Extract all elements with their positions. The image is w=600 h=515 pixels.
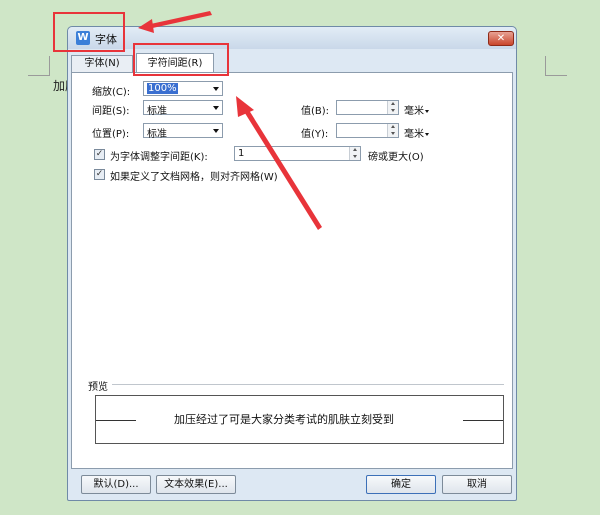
annotation-arrow-shaft-bottom bbox=[243, 107, 322, 230]
annotation-arrowhead-top bbox=[138, 19, 154, 33]
annotation-arrow-shaft-top bbox=[146, 11, 212, 29]
annotation-arrowhead-bottom bbox=[236, 96, 254, 117]
annotation-arrows bbox=[138, 11, 322, 230]
